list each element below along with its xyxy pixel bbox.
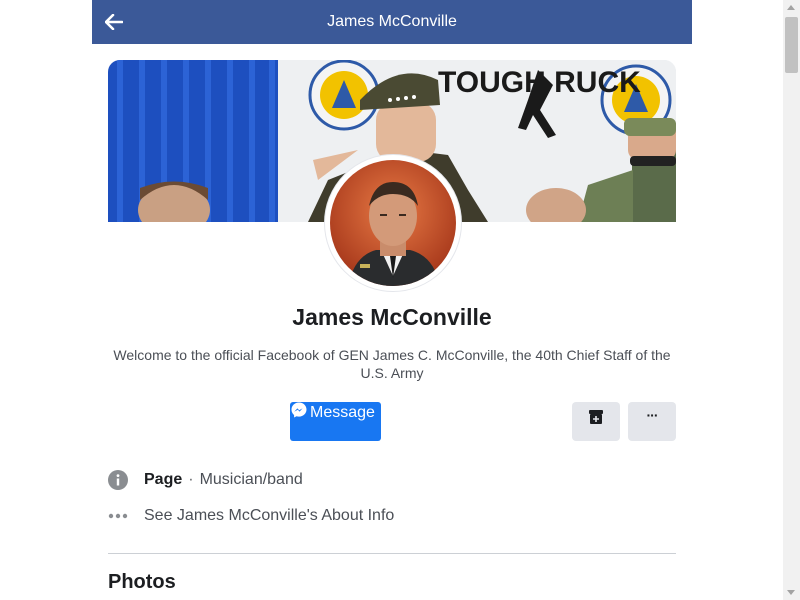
scroll-down-icon[interactable] [787, 590, 795, 595]
separator: · [188, 471, 194, 488]
page-container: James McConville TOUGH RUCK James McConv… [92, 0, 692, 600]
page-category-row: Page · Musician/band [108, 468, 668, 492]
profile-bio: Welcome to the official Facebook of GEN … [113, 347, 671, 381]
more-options-icon: ··· [646, 407, 659, 423]
messenger-icon [291, 402, 307, 418]
top-navigation-bar: James McConville [92, 0, 692, 44]
page-type-label: Page [144, 471, 183, 488]
profile-name: James McConville [292, 304, 492, 330]
save-page-button[interactable] [572, 402, 620, 441]
archive-add-icon [588, 409, 604, 430]
photos-section-title: Photos [108, 571, 176, 593]
vertical-scrollbar[interactable] [783, 0, 800, 600]
message-button-label: Message [310, 404, 375, 421]
about-info-link[interactable]: See James McConville's About Info [144, 507, 394, 525]
back-arrow-icon[interactable] [102, 10, 126, 34]
avatar [330, 160, 456, 286]
ellipsis-icon [108, 506, 128, 526]
profile-picture[interactable] [324, 154, 462, 292]
message-button[interactable]: Message [290, 402, 381, 441]
scroll-up-icon[interactable] [787, 5, 795, 10]
page-category: Musician/band [199, 471, 303, 488]
section-divider [108, 553, 676, 554]
info-icon [108, 470, 128, 490]
about-info-row[interactable]: See James McConville's About Info [108, 504, 668, 528]
more-options-button[interactable]: ··· [628, 402, 676, 441]
page-title: James McConville [327, 13, 457, 30]
scrollbar-thumb[interactable] [785, 17, 798, 73]
